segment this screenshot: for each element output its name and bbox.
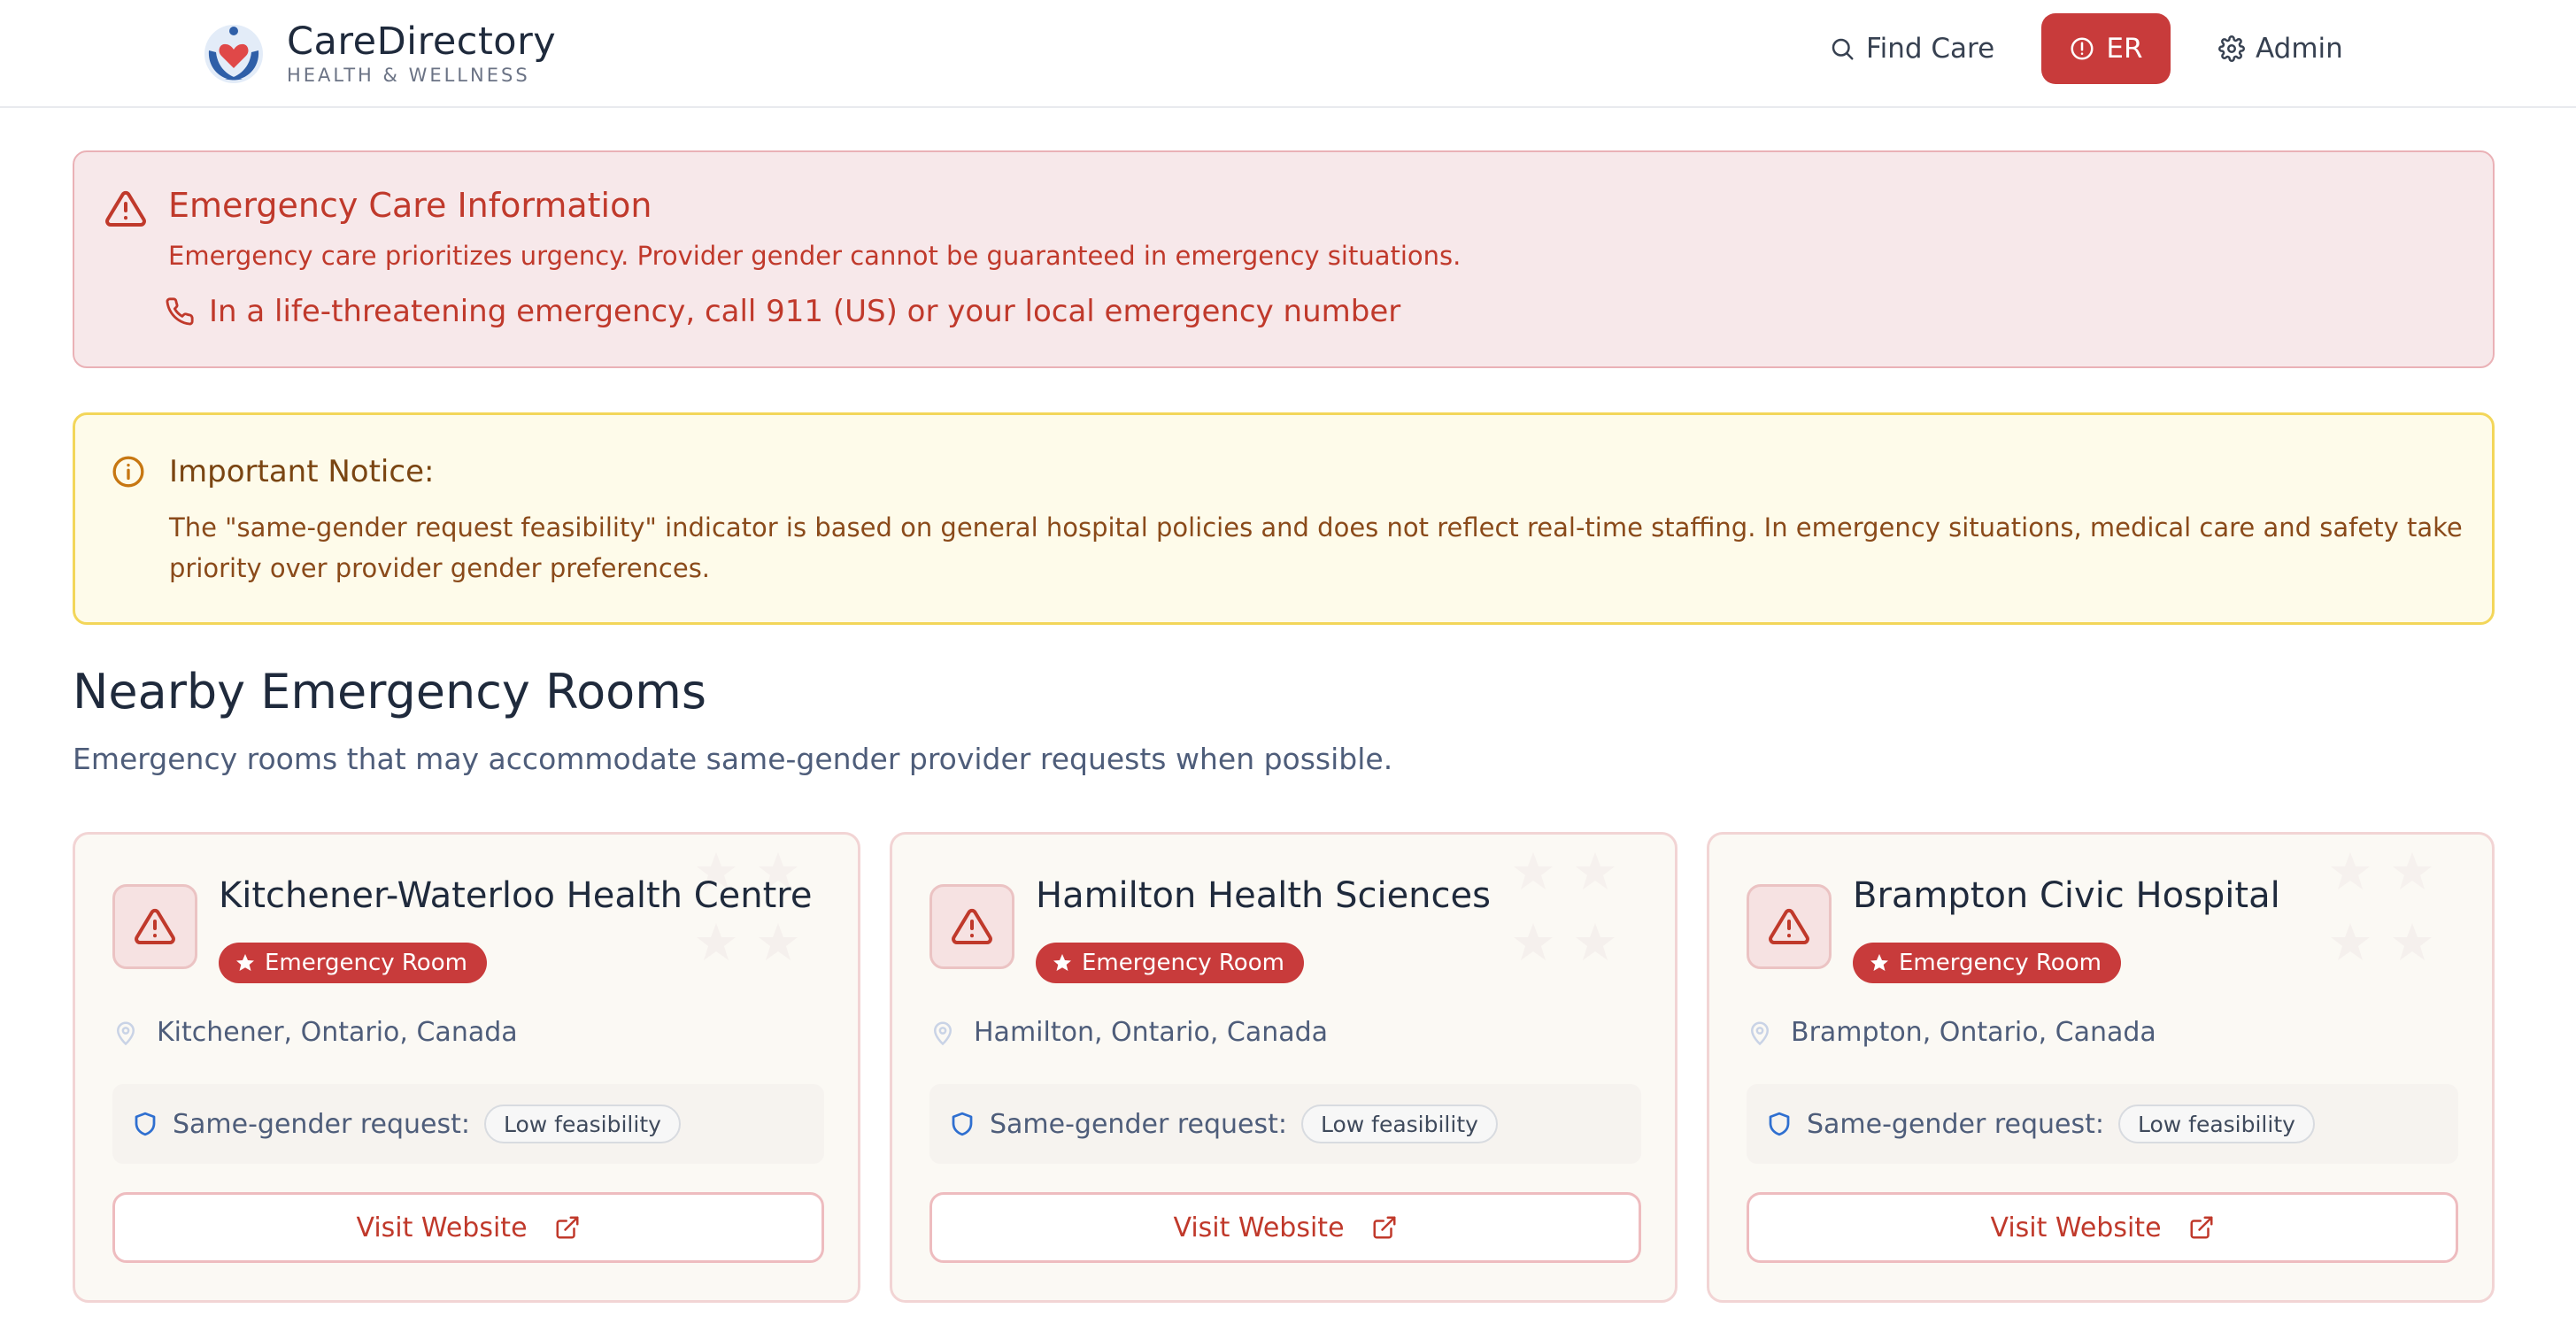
external-link-icon — [2190, 1216, 2213, 1239]
visit-website-label: Visit Website — [1990, 1212, 2162, 1243]
badge-label: Emergency Room — [265, 950, 467, 976]
nav-er-label: ER — [2106, 33, 2143, 65]
map-pin-icon — [933, 1021, 953, 1045]
search-icon — [1832, 38, 1854, 60]
heart-hands-logo-icon — [204, 25, 263, 83]
badge-label: Emergency Room — [1082, 950, 1284, 976]
nav-er-button[interactable]: ER — [2041, 13, 2171, 84]
important-notice: Important Notice: The "same-gender reque… — [73, 412, 2495, 625]
star-icon — [1870, 954, 1888, 971]
same-gender-label: Same-gender request: — [173, 1108, 470, 1140]
external-link-icon — [556, 1216, 579, 1239]
stars-watermark-icon — [697, 852, 798, 960]
shield-icon — [1769, 1112, 1790, 1136]
brand-tagline: HEALTH & WELLNESS — [287, 65, 530, 86]
warning-triangle-icon — [135, 908, 175, 944]
warning-triangle-icon — [952, 908, 992, 944]
visit-website-button[interactable]: Visit Website — [1747, 1192, 2458, 1263]
er-card: Brampton Civic Hospital Emergency Room B… — [1707, 832, 2495, 1303]
same-gender-feasibility: Same-gender request: Low feasibility — [112, 1084, 824, 1164]
feasibility-pill: Low feasibility — [1300, 1105, 1498, 1143]
same-gender-label: Same-gender request: — [990, 1108, 1287, 1140]
star-icon — [1053, 954, 1071, 971]
er-card: Kitchener-Waterloo Health Centre Emergen… — [73, 832, 860, 1303]
emergency-phone-note: In a life-threatening emergency, call 91… — [165, 294, 1400, 329]
feasibility-pill: Low feasibility — [2117, 1105, 2315, 1143]
stars-watermark-icon — [2331, 852, 2432, 960]
emergency-alert-title: Emergency Care Information — [168, 186, 652, 225]
warning-triangle-icon — [1769, 908, 1809, 944]
nav-find-care[interactable]: Find Care — [1829, 13, 1994, 84]
brand-name: CareDirectory — [287, 19, 557, 64]
emergency-room-badge: Emergency Room — [1036, 943, 1304, 983]
nav-admin-label: Admin — [2256, 33, 2343, 65]
location-text: Brampton, Ontario, Canada — [1791, 1017, 2156, 1048]
top-header: CareDirectory HEALTH & WELLNESS Find Car… — [0, 0, 2576, 108]
er-warning-badge — [1747, 884, 1832, 969]
visit-website-button[interactable]: Visit Website — [929, 1192, 1641, 1263]
emergency-room-badge: Emergency Room — [1853, 943, 2121, 983]
shield-icon — [135, 1112, 156, 1136]
stars-watermark-icon — [1514, 852, 1615, 960]
hospital-name: Brampton Civic Hospital — [1853, 875, 2280, 916]
hospital-location: Hamilton, Ontario, Canada — [929, 1017, 1328, 1048]
er-warning-badge — [929, 884, 1014, 969]
visit-website-button[interactable]: Visit Website — [112, 1192, 824, 1263]
hospital-name: Kitchener-Waterloo Health Centre — [219, 875, 813, 916]
page-title: Nearby Emergency Rooms — [73, 664, 706, 720]
hospital-name: Hamilton Health Sciences — [1036, 875, 1491, 916]
nav-admin[interactable]: Admin — [2218, 13, 2343, 84]
map-pin-icon — [116, 1021, 135, 1045]
nav-find-care-label: Find Care — [1866, 33, 1995, 65]
emergency-room-badge: Emergency Room — [219, 943, 487, 983]
warning-triangle-icon — [105, 190, 146, 227]
alert-circle-icon — [2071, 37, 2094, 60]
feasibility-pill: Low feasibility — [483, 1105, 681, 1143]
notice-title: Important Notice: — [169, 454, 435, 489]
star-icon — [236, 954, 254, 971]
badge-label: Emergency Room — [1899, 950, 2102, 976]
info-icon — [112, 456, 144, 488]
external-link-icon — [1373, 1216, 1396, 1239]
same-gender-feasibility: Same-gender request: Low feasibility — [1747, 1084, 2458, 1164]
map-pin-icon — [1750, 1021, 1770, 1045]
brand[interactable]: CareDirectory HEALTH & WELLNESS — [200, 14, 556, 94]
emergency-alert-body: Emergency care prioritizes urgency. Prov… — [168, 241, 1462, 271]
same-gender-label: Same-gender request: — [1807, 1108, 2104, 1140]
er-card: Hamilton Health Sciences Emergency Room … — [890, 832, 1677, 1303]
gear-icon — [2218, 35, 2245, 62]
phone-icon — [166, 297, 194, 326]
location-text: Kitchener, Ontario, Canada — [157, 1017, 518, 1048]
visit-website-label: Visit Website — [356, 1212, 528, 1243]
shield-icon — [952, 1112, 973, 1136]
hospital-location: Kitchener, Ontario, Canada — [112, 1017, 518, 1048]
brand-text: CareDirectory HEALTH & WELLNESS — [287, 20, 556, 88]
location-text: Hamilton, Ontario, Canada — [974, 1017, 1329, 1048]
same-gender-feasibility: Same-gender request: Low feasibility — [929, 1084, 1641, 1164]
notice-body: The "same-gender request feasibility" in… — [169, 512, 2463, 583]
er-warning-badge — [112, 884, 197, 969]
visit-website-label: Visit Website — [1173, 1212, 1345, 1243]
page-subtitle: Emergency rooms that may accommodate sam… — [73, 742, 1393, 776]
emergency-care-alert: Emergency Care Information Emergency car… — [73, 150, 2495, 368]
emergency-phone-text: In a life-threatening emergency, call 91… — [209, 294, 1401, 329]
hospital-location: Brampton, Ontario, Canada — [1747, 1017, 2156, 1048]
